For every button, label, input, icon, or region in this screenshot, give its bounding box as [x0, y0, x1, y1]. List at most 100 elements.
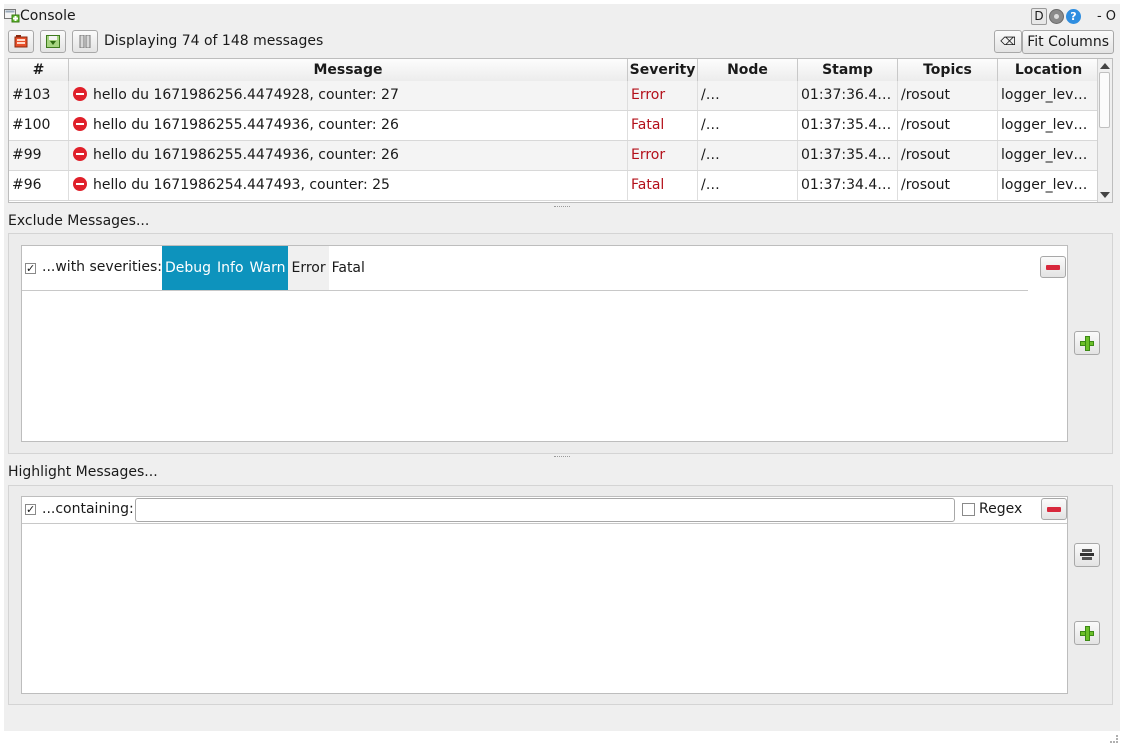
severity-option-warn[interactable]: Warn	[246, 246, 289, 290]
regex-label: Regex	[979, 501, 1023, 517]
highlight-filter-list: ✓ ...containing: Regex	[21, 496, 1068, 694]
load-button[interactable]	[8, 30, 34, 53]
remove-exclude-filter-button[interactable]	[1040, 256, 1066, 278]
plus-icon-vertical	[1085, 626, 1090, 641]
splitter-handle[interactable]	[554, 206, 570, 209]
column-header-location[interactable]: Location	[998, 59, 1099, 81]
message-text: hello du 1671986256.4474928, counter: 27	[93, 87, 399, 103]
add-exclude-filter-button[interactable]	[1074, 331, 1100, 355]
row-topics: /rosout	[898, 111, 998, 140]
containing-label: ...containing:	[42, 501, 134, 517]
error-icon	[73, 87, 87, 101]
exclude-panel: ✓ ...with severities: Debug Info Warn Er…	[8, 233, 1113, 454]
row-message: hello du 1671986255.4474936, counter: 26	[69, 141, 628, 170]
row-topics: /rosout	[898, 81, 998, 110]
row-node: /…	[698, 171, 798, 200]
highlight-section-title: Highlight Messages...	[8, 464, 158, 480]
row-stamp: 01:37:36.4…	[798, 81, 898, 110]
pause-button[interactable]	[72, 30, 98, 53]
scrollbar-thumb[interactable]	[1099, 72, 1110, 128]
table-row[interactable]: #103 hello du 1671986256.4474928, counte…	[9, 81, 1099, 111]
row-message: hello du 1671986256.4474928, counter: 27	[69, 81, 628, 110]
scroll-up-icon[interactable]	[1100, 63, 1110, 69]
message-count-status: Displaying 74 of 148 messages	[104, 33, 324, 49]
table-header: # Message Severity Node Stamp Topics Loc…	[9, 59, 1099, 82]
row-topics: /rosout	[898, 141, 998, 170]
table-row[interactable]: #96 hello du 1671986254.447493, counter:…	[9, 171, 1099, 201]
row-severity: Error	[628, 81, 698, 110]
save-icon	[46, 35, 60, 48]
row-stamp: 01:37:35.4…	[798, 111, 898, 140]
row-node: /…	[698, 111, 798, 140]
severity-option-info[interactable]: Info	[214, 246, 247, 290]
row-message: hello du 1671986254.447493, counter: 25	[69, 171, 628, 200]
row-message: hello du 1671986255.4474936, counter: 26	[69, 111, 628, 140]
row-location: logger_lev…	[1001, 177, 1088, 193]
resize-grip[interactable]	[1110, 735, 1118, 743]
column-header-topics[interactable]: Topics	[898, 59, 998, 81]
highlight-text-filter: ✓ ...containing: Regex	[22, 497, 1067, 524]
open-folder-icon	[14, 35, 28, 48]
highlight-filter-checkbox[interactable]: ✓	[25, 504, 36, 515]
add-highlight-filter-button[interactable]	[1074, 621, 1100, 645]
exclude-section-title: Exclude Messages...	[8, 213, 150, 229]
fit-columns-button[interactable]: Fit Columns	[1022, 30, 1114, 54]
highlight-panel: ✓ ...containing: Regex	[8, 485, 1113, 705]
messages-table[interactable]: # Message Severity Node Stamp Topics Loc…	[8, 58, 1113, 203]
row-severity: Fatal	[628, 111, 698, 140]
row-number: #100	[9, 111, 69, 140]
dock-button[interactable]: D	[1030, 8, 1047, 25]
help-icon[interactable]: ?	[1065, 9, 1081, 24]
row-location: logger_lev…	[1001, 117, 1088, 133]
highlight-text-input[interactable]	[135, 498, 955, 522]
column-header-node[interactable]: Node	[698, 59, 798, 81]
message-text: hello du 1671986255.4474936, counter: 26	[93, 117, 399, 133]
regex-checkbox[interactable]	[962, 503, 975, 516]
plus-icon-vertical	[1085, 336, 1090, 351]
toolbar: Displaying 74 of 148 messages ⌫ Fit Colu…	[8, 30, 1114, 54]
gear-icon[interactable]	[1048, 9, 1064, 24]
clear-messages-button[interactable]: ⌫	[994, 30, 1022, 53]
row-location: logger_lev…	[1001, 87, 1088, 103]
error-icon	[73, 117, 87, 131]
row-stamp: 01:37:34.4…	[798, 171, 898, 200]
column-header-stamp[interactable]: Stamp	[798, 59, 898, 81]
exclude-filter-list: ✓ ...with severities: Debug Info Warn Er…	[21, 245, 1068, 442]
row-node: /…	[698, 81, 798, 110]
save-button[interactable]	[40, 30, 66, 53]
row-number: #103	[9, 81, 69, 110]
message-text: hello du 1671986254.447493, counter: 25	[93, 177, 390, 193]
highlight-options-button[interactable]	[1074, 543, 1100, 567]
row-node: /…	[698, 141, 798, 170]
row-stamp: 01:37:35.4…	[798, 141, 898, 170]
table-row[interactable]: #99 hello du 1671986255.4474936, counter…	[9, 141, 1099, 171]
pause-icon	[79, 35, 91, 48]
severity-option-debug[interactable]: Debug	[162, 246, 215, 290]
filter-stack-icon	[1080, 549, 1094, 560]
row-severity: Fatal	[628, 171, 698, 200]
message-text: hello du 1671986255.4474936, counter: 26	[93, 147, 399, 163]
exclude-filter-checkbox[interactable]: ✓	[25, 263, 36, 274]
title-buttons: D ? - O	[1030, 8, 1116, 25]
table-row[interactable]: #100 hello du 1671986255.4474936, counte…	[9, 111, 1099, 141]
console-icon	[4, 9, 20, 23]
scroll-down-icon[interactable]	[1100, 192, 1110, 198]
error-icon	[73, 147, 87, 161]
row-topics: /rosout	[898, 171, 998, 200]
severity-filter-label: ...with severities:	[42, 259, 162, 275]
column-header-severity[interactable]: Severity	[628, 59, 698, 81]
severity-list: Debug Info Warn Error Fatal	[162, 246, 368, 290]
row-number: #99	[9, 141, 69, 170]
row-location: logger_lev…	[1001, 147, 1088, 163]
error-icon	[73, 177, 87, 191]
window-controls[interactable]: - O	[1097, 9, 1116, 24]
splitter-handle[interactable]	[554, 456, 570, 459]
column-header-message[interactable]: Message	[69, 59, 628, 81]
column-header-number[interactable]: #	[9, 59, 69, 81]
remove-highlight-filter-button[interactable]	[1041, 498, 1067, 520]
row-number: #96	[9, 171, 69, 200]
table-scrollbar[interactable]	[1097, 59, 1112, 202]
window-title: Console	[20, 8, 76, 24]
severity-option-error[interactable]: Error	[288, 246, 329, 290]
severity-option-fatal[interactable]: Fatal	[329, 246, 368, 290]
